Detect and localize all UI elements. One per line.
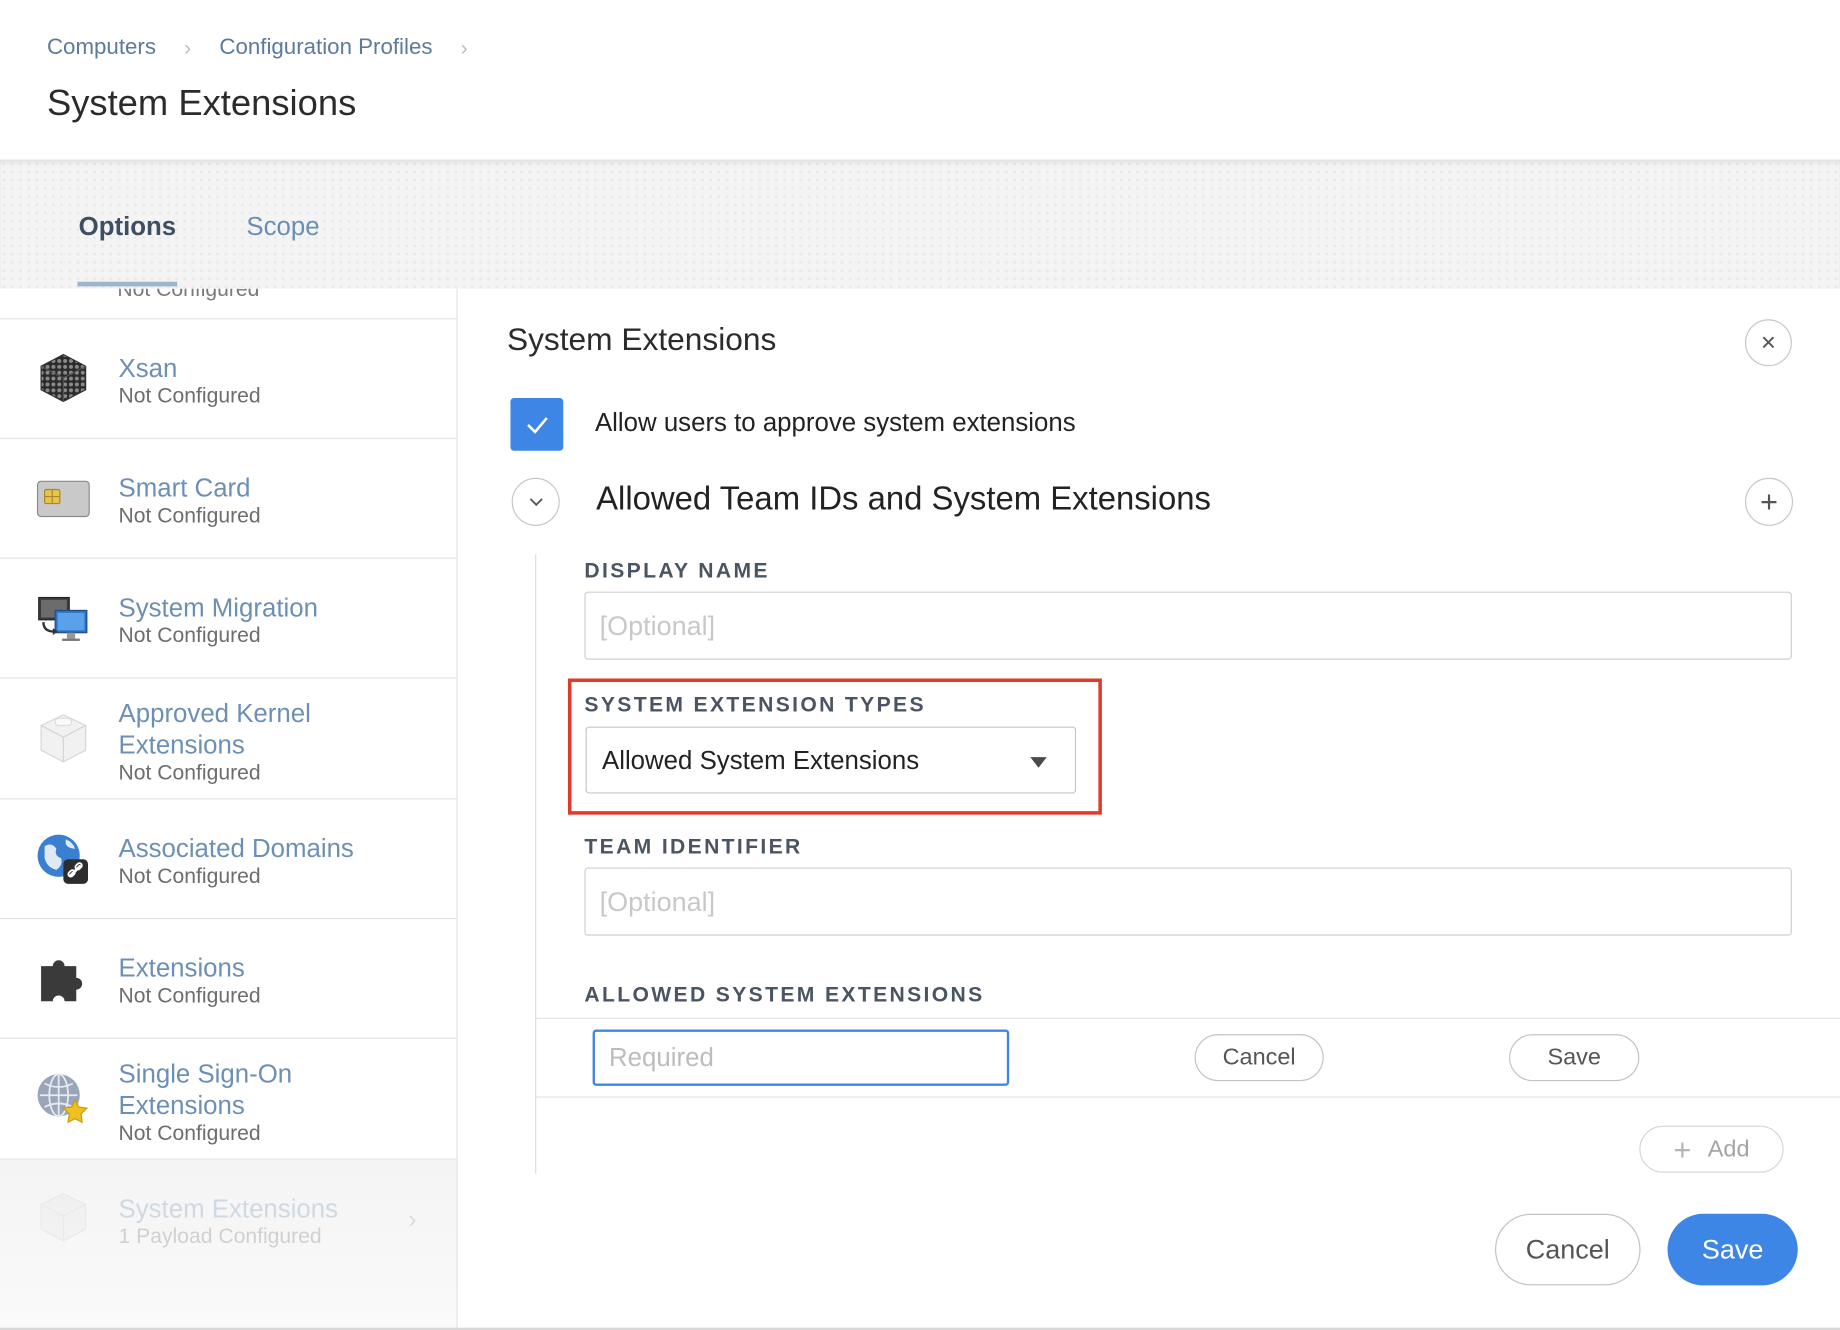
sidebar-item-status: Not Configured	[118, 503, 261, 528]
team-identifier-label: TEAM IDENTIFIER	[584, 834, 803, 859]
app-window: Computers › Configuration Profiles › Sys…	[0, 0, 1840, 1330]
breadcrumb-separator: ›	[460, 35, 468, 60]
bundle-id-input[interactable]: Required	[592, 1029, 1010, 1086]
sidebar-item-single-sign-on-extensions[interactable]: Single Sign-On Extensions Not Configured	[0, 1037, 457, 1159]
display-name-label: DISPLAY NAME	[584, 558, 770, 583]
sidebar-item-xsan[interactable]: Xsan Not Configured	[0, 318, 457, 438]
sidebar-item-extensions[interactable]: Extensions Not Configured	[0, 917, 457, 1038]
sidebar-item-associated-domains[interactable]: Associated Domains Not Configured	[0, 798, 457, 918]
tab-scope[interactable]: Scope	[246, 211, 319, 242]
sidebar-item-title: System Extensions	[118, 1193, 339, 1224]
chevron-right-icon: ›	[407, 1204, 417, 1234]
puzzle-piece-icon	[35, 951, 91, 1007]
system-migration-icon	[35, 590, 91, 646]
plus-icon: +	[1673, 1131, 1692, 1167]
payload-sidebar[interactable]: Not Configured Xsan Not Configured Smart…	[0, 288, 458, 1330]
allow-users-approve-checkbox[interactable]	[510, 397, 564, 451]
sidebar-item-status: Not Configured	[118, 1121, 261, 1145]
sidebar-item-title: Single Sign-On Extensions	[118, 1058, 293, 1120]
tab-bar: Options Scope	[0, 159, 1840, 289]
globe-link-icon	[35, 831, 91, 887]
globe-key-icon	[35, 1071, 91, 1127]
section-title: Allowed Team IDs and System Extensions	[596, 480, 1211, 517]
sidebar-item-title: Approved Kernel Extensions	[118, 698, 311, 760]
sidebar-item-status: Not Configured	[118, 623, 261, 647]
sidebar-item-title: Xsan	[118, 353, 178, 383]
row-cancel-button[interactable]: Cancel	[1194, 1034, 1324, 1082]
system-extension-types-label: SYSTEM EXTENSION TYPES	[584, 692, 926, 717]
sidebar-item-approved-kernel-extensions[interactable]: Approved Kernel Extensions Not Configure…	[0, 677, 457, 798]
display-name-field[interactable]: [Optional]	[584, 591, 1792, 660]
sidebar-item-status: Not Configured	[118, 863, 261, 888]
sidebar-item-title: Smart Card	[118, 473, 251, 503]
breadcrumb-separator: ›	[184, 35, 192, 60]
add-extension-button[interactable]: + Add	[1639, 1125, 1784, 1173]
sidebar-item-title: Extensions	[118, 953, 245, 983]
breadcrumb-computers[interactable]: Computers	[47, 35, 156, 61]
checkmark-icon	[526, 416, 548, 434]
sidebar-item-status: Not Configured	[118, 983, 261, 1008]
save-button[interactable]: Save	[1667, 1213, 1798, 1286]
section-divider	[535, 554, 537, 1174]
add-team-id-button[interactable]: +	[1744, 477, 1794, 526]
cancel-button[interactable]: Cancel	[1495, 1213, 1641, 1286]
breadcrumb: Computers › Configuration Profiles ›	[47, 35, 496, 61]
sidebar-item-status: Not Configured	[118, 383, 261, 408]
active-tab-indicator	[77, 281, 178, 287]
add-label: Add	[1707, 1135, 1750, 1162]
kernel-extension-icon	[35, 710, 91, 766]
allow-users-approve-label: Allow users to approve system extensions	[594, 407, 1076, 437]
sidebar-item-status: 1 Payload Configured	[118, 1224, 322, 1248]
divider	[536, 1017, 1840, 1019]
page-header: Computers › Configuration Profiles › Sys…	[0, 0, 1840, 160]
smart-card-icon	[35, 471, 91, 527]
sidebar-item-title: Associated Domains	[118, 833, 354, 863]
sidebar-item-title: System Migration	[118, 592, 318, 623]
dropdown-arrow-icon	[1030, 757, 1047, 768]
system-extension-icon	[35, 1189, 91, 1245]
divider	[536, 1096, 1840, 1098]
sidebar-item-status: Not Configured	[118, 760, 261, 785]
team-identifier-field[interactable]: [Optional]	[584, 867, 1792, 936]
page-title: System Extensions	[46, 82, 357, 124]
system-extension-types-select[interactable]: Allowed System Extensions	[585, 726, 1077, 794]
allowed-system-extensions-label: ALLOWED SYSTEM EXTENSIONS	[584, 982, 985, 1007]
chevron-down-icon[interactable]	[511, 477, 560, 526]
breadcrumb-configuration-profiles[interactable]: Configuration Profiles	[219, 35, 432, 61]
xsan-cube-icon	[35, 350, 91, 406]
sidebar-item-status: Not Configured	[117, 288, 260, 301]
sidebar-item-system-migration[interactable]: System Migration Not Configured	[0, 557, 457, 678]
sidebar-item-system-extensions[interactable]: System Extensions 1 Payload Configured ›	[0, 1158, 457, 1330]
close-icon[interactable]: ×	[1744, 319, 1792, 367]
panel-title: System Extensions	[506, 321, 777, 357]
tab-options[interactable]: Options	[79, 211, 177, 242]
select-value: Allowed System Extensions	[601, 744, 920, 775]
sidebar-item-smart-card[interactable]: Smart Card Not Configured	[0, 437, 457, 558]
row-save-button[interactable]: Save	[1509, 1034, 1640, 1082]
